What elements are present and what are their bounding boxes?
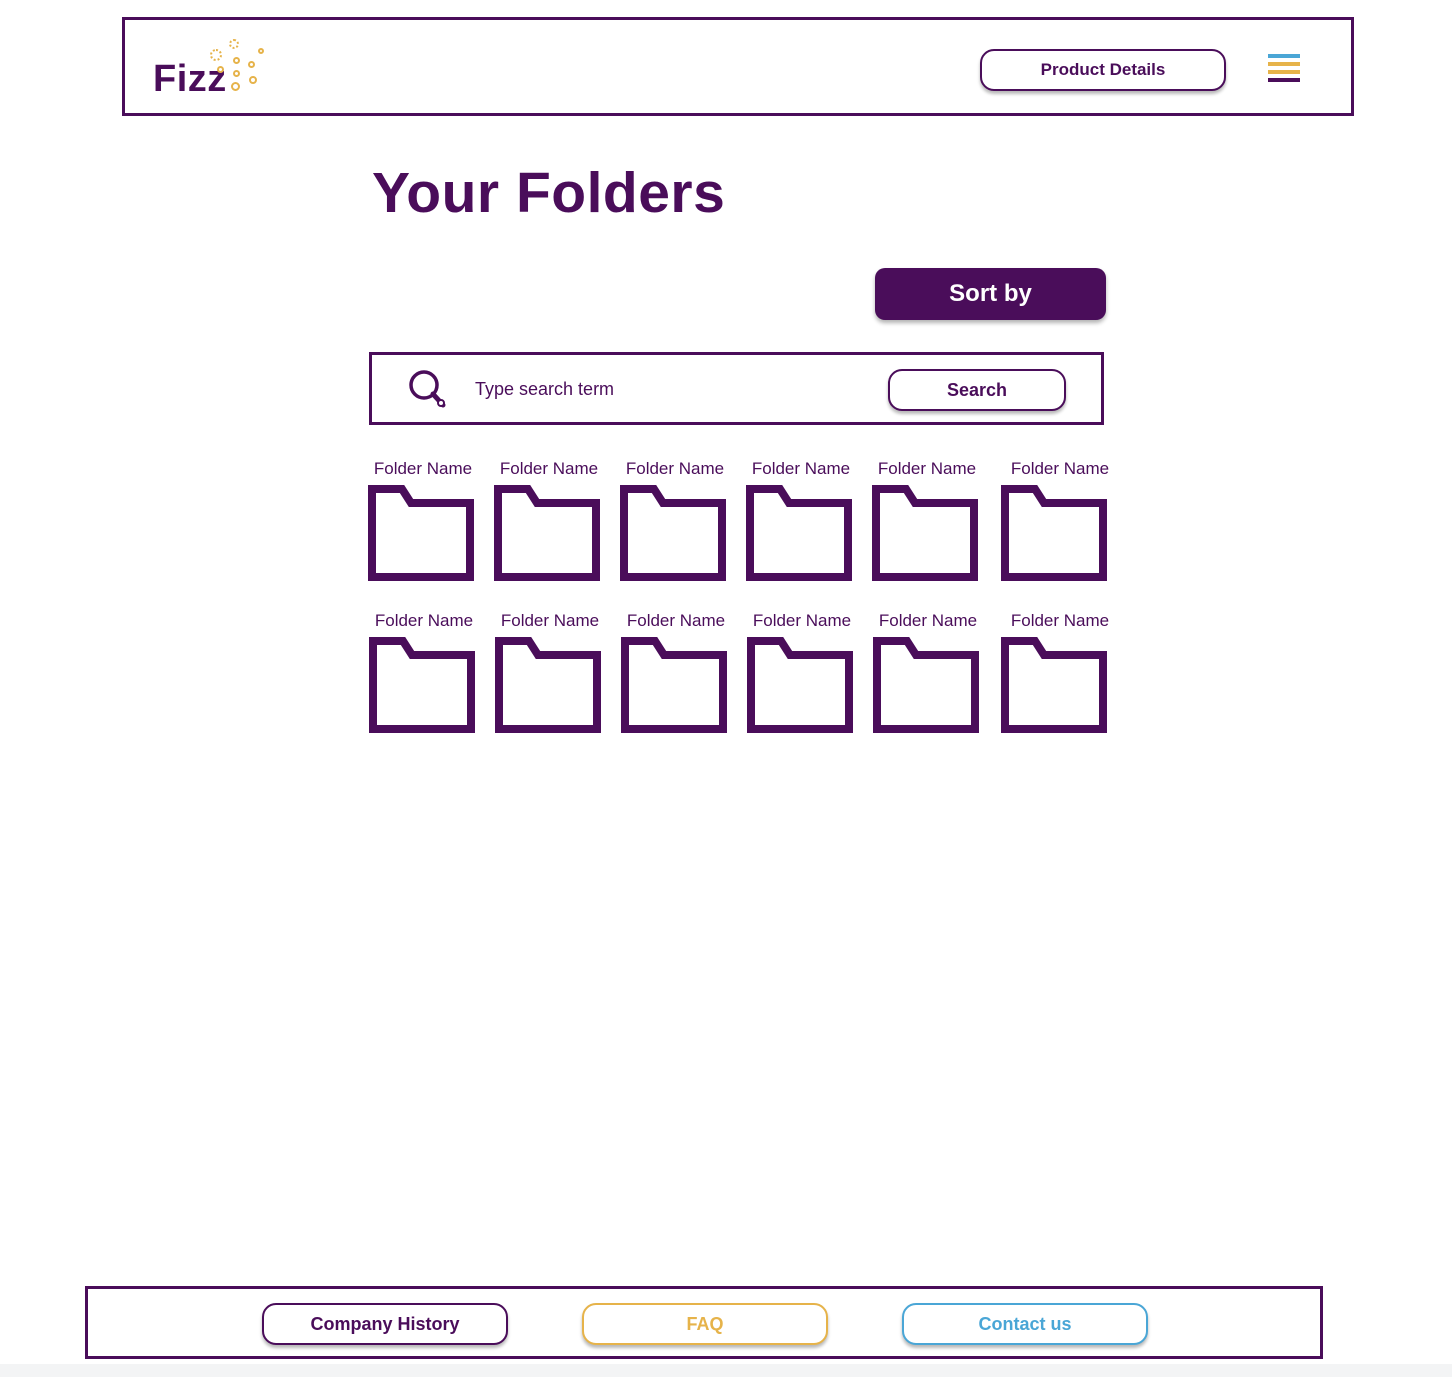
folder-icon: [621, 637, 727, 733]
fizz-logo[interactable]: Fizz: [153, 30, 273, 102]
folder-icon: [369, 637, 475, 733]
folder-label: Folder Name: [499, 459, 599, 478]
folder-label: Folder Name: [373, 459, 473, 478]
product-details-button[interactable]: Product Details: [980, 49, 1226, 91]
bubble-icon: [248, 61, 255, 68]
menu-line: [1268, 62, 1300, 66]
sort-by-button[interactable]: Sort by: [875, 268, 1106, 320]
folder-icon: [746, 485, 852, 581]
folder-item[interactable]: Folder Name: [998, 611, 1114, 733]
folder-label: Folder Name: [1010, 611, 1110, 630]
company-history-button[interactable]: Company History: [262, 1303, 508, 1345]
bubble-icon: [233, 57, 240, 64]
folder-label: Folder Name: [1010, 459, 1110, 478]
folder-icon: [494, 485, 600, 581]
menu-line: [1268, 70, 1300, 74]
bubble-icon: [233, 70, 240, 77]
folder-label: Folder Name: [626, 611, 726, 630]
folder-icon: [872, 485, 978, 581]
logo-text: Fizz: [153, 58, 227, 100]
folder-item[interactable]: Folder Name: [743, 459, 859, 581]
folder-item[interactable]: Folder Name: [492, 611, 608, 733]
header-bar: Fizz Product Details: [122, 17, 1354, 116]
folder-label: Folder Name: [877, 459, 977, 478]
folder-label: Folder Name: [878, 611, 978, 630]
menu-line: [1268, 78, 1300, 82]
folder-label: Folder Name: [374, 611, 474, 630]
folder-item[interactable]: Folder Name: [870, 611, 986, 733]
folder-icon: [873, 637, 979, 733]
folder-label: Folder Name: [625, 459, 725, 478]
folder-item[interactable]: Folder Name: [744, 611, 860, 733]
bubble-icon: [249, 76, 257, 84]
page-title: Your Folders: [372, 161, 726, 225]
bubble-icon: [217, 66, 224, 73]
folder-item[interactable]: Folder Name: [998, 459, 1114, 581]
contact-us-button[interactable]: Contact us: [902, 1303, 1148, 1345]
folder-icon: [620, 485, 726, 581]
folder-icon: [1001, 485, 1107, 581]
folder-item[interactable]: Folder Name: [366, 611, 482, 733]
search-input[interactable]: [475, 373, 855, 405]
folder-icon: [368, 485, 474, 581]
folder-item[interactable]: Folder Name: [491, 459, 607, 581]
folder-icon: [1001, 637, 1107, 733]
folder-item[interactable]: Folder Name: [617, 459, 733, 581]
footer-bar: Company History FAQ Contact us: [85, 1286, 1323, 1359]
folder-item[interactable]: Folder Name: [618, 611, 734, 733]
folder-icon: [495, 637, 601, 733]
folder-item[interactable]: Folder Name: [869, 459, 985, 581]
faq-button[interactable]: FAQ: [582, 1303, 828, 1345]
search-bar: Search: [369, 352, 1104, 425]
folder-label: Folder Name: [751, 459, 851, 478]
bubble-icon: [229, 39, 239, 49]
hamburger-menu-icon[interactable]: [1268, 54, 1300, 82]
menu-line: [1268, 54, 1300, 58]
folder-label: Folder Name: [500, 611, 600, 630]
folder-label: Folder Name: [752, 611, 852, 630]
folder-icon: [747, 637, 853, 733]
folder-item[interactable]: Folder Name: [365, 459, 481, 581]
bottom-strip: [0, 1364, 1452, 1377]
bubble-icon: [210, 49, 222, 61]
search-button[interactable]: Search: [888, 369, 1066, 411]
bubble-icon: [258, 48, 264, 54]
search-icon: [406, 367, 452, 413]
bubble-icon: [231, 82, 240, 91]
